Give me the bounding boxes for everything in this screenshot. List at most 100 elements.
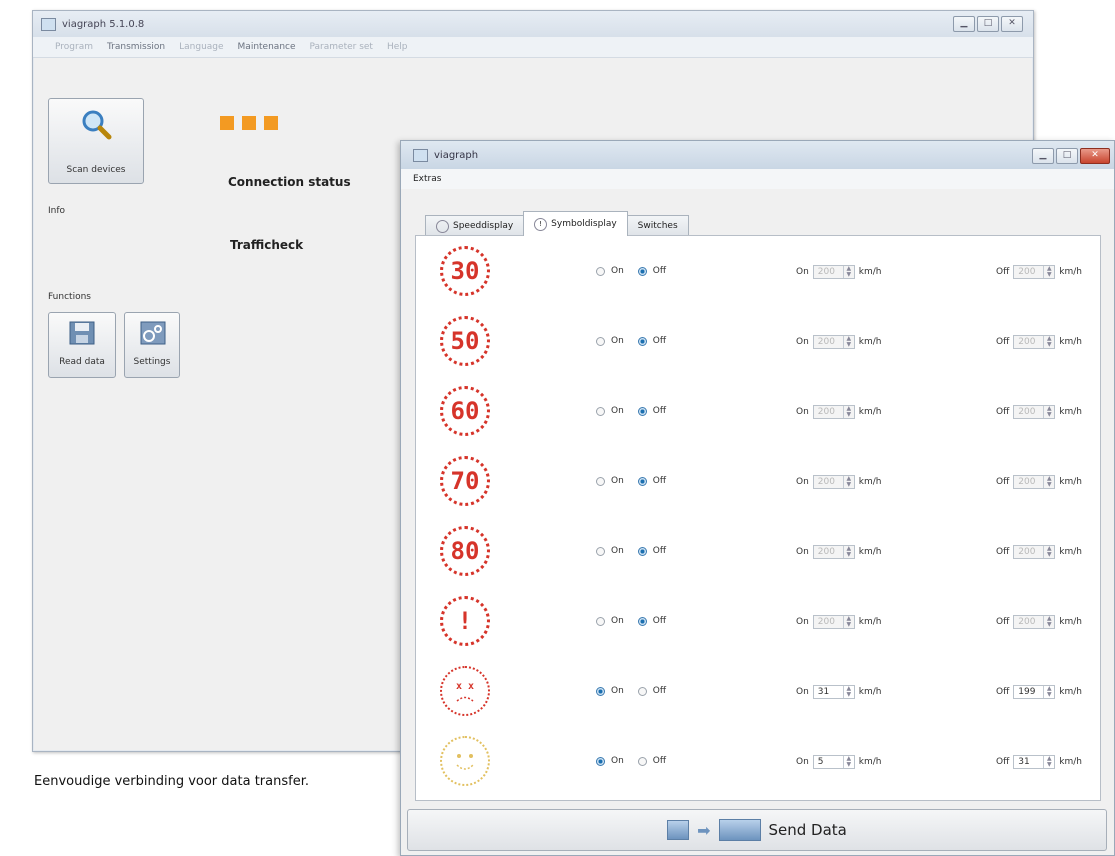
- menu-transmission[interactable]: Transmission: [107, 42, 165, 52]
- off-radio[interactable]: [637, 546, 647, 556]
- settings-label: Settings: [133, 357, 171, 367]
- functions-label: Functions: [48, 292, 91, 302]
- on-speed-spinbox[interactable]: 5 ▲ ▼: [812, 755, 855, 769]
- settings-button[interactable]: Settings: [124, 312, 180, 378]
- close-button[interactable]: ✕: [1001, 16, 1023, 32]
- viagraph-window: viagraph ▁ □ ✕ Extras Speeddisplay ! Sym…: [400, 140, 1115, 856]
- unit-label: km/h: [858, 757, 882, 767]
- maximize-button[interactable]: □: [1056, 148, 1078, 164]
- menu-help[interactable]: Help: [387, 42, 408, 52]
- unit-label: km/h: [1059, 757, 1083, 767]
- off-speed-spinbox: 200 ▲ ▼: [1013, 475, 1056, 489]
- menu-maintenance[interactable]: Maintenance: [238, 42, 296, 52]
- tab-switches[interactable]: Switches: [626, 215, 689, 236]
- off-radio[interactable]: [637, 686, 647, 696]
- off-speed-spinbox[interactable]: 199 ▲ ▼: [1013, 685, 1056, 699]
- menu-extras[interactable]: Extras: [413, 174, 441, 184]
- on-radio-label: On: [611, 336, 624, 346]
- spinner-arrows-icon[interactable]: ▲ ▼: [842, 686, 854, 698]
- off-radio[interactable]: [637, 336, 647, 346]
- spinner-arrows-icon[interactable]: ▲ ▼: [842, 756, 854, 768]
- on-radio-label: On: [611, 756, 624, 766]
- scan-devices-button[interactable]: Scan devices: [48, 98, 144, 184]
- off-radio-label: Off: [652, 616, 667, 626]
- on-radio[interactable]: [596, 546, 605, 556]
- on-radio[interactable]: [596, 336, 605, 346]
- symbol-row: 60 On Off On 200 ▲ ▼ km/h Off 200 ▲ ▼ km/h: [416, 378, 1100, 448]
- spinbox-value: 200: [817, 477, 835, 487]
- on-radio[interactable]: [596, 756, 605, 766]
- tab-label: Switches: [637, 221, 678, 231]
- on-threshold: On 200 ▲ ▼ km/h: [796, 615, 882, 629]
- symbol-row: 50 On Off On 200 ▲ ▼ km/h Off 200 ▲ ▼ km/h: [416, 308, 1100, 378]
- viagraph-titlebar: viagraph ▁ □ ✕: [401, 141, 1114, 169]
- on-speed-spinbox: 200 ▲ ▼: [812, 475, 855, 489]
- unit-label: km/h: [858, 617, 882, 627]
- spinner-arrows-icon: ▲ ▼: [1043, 616, 1054, 628]
- off-threshold-label: Off: [996, 757, 1010, 767]
- on-speed-spinbox: 200 ▲ ▼: [812, 335, 855, 349]
- off-radio[interactable]: [637, 616, 647, 626]
- on-radio[interactable]: [596, 406, 605, 416]
- off-radio[interactable]: [637, 406, 647, 416]
- on-radio[interactable]: [596, 476, 605, 486]
- off-radio-label: Off: [652, 406, 667, 416]
- off-threshold: Off 199 ▲ ▼ km/h: [996, 685, 1082, 699]
- symbol-row: 80 On Off On 200 ▲ ▼ km/h Off 200 ▲ ▼ km/h: [416, 518, 1100, 588]
- caption-text: Eenvoudige verbinding voor data transfer…: [34, 774, 309, 789]
- on-radio-label: On: [611, 546, 624, 556]
- on-radio[interactable]: [596, 266, 605, 276]
- unit-label: km/h: [858, 687, 882, 697]
- menu-program[interactable]: Program: [55, 42, 93, 52]
- read-data-button[interactable]: Read data: [48, 312, 116, 378]
- sad-face-icon: xx: [440, 666, 490, 716]
- off-threshold: Off 200 ▲ ▼ km/h: [996, 475, 1082, 489]
- spinbox-value: 200: [1018, 617, 1036, 627]
- tab-symboldisplay[interactable]: ! Symboldisplay: [523, 211, 628, 236]
- status-led: [220, 116, 234, 130]
- status-led: [264, 116, 278, 130]
- app-icon: [41, 17, 56, 31]
- unit-label: km/h: [1059, 407, 1083, 417]
- on-radio-label: On: [611, 616, 624, 626]
- on-radio[interactable]: [596, 686, 605, 696]
- send-data-button[interactable]: ➡ Send Data: [407, 809, 1107, 851]
- unit-label: km/h: [858, 267, 882, 277]
- on-threshold-label: On: [796, 757, 809, 767]
- unit-label: km/h: [1059, 477, 1083, 487]
- off-radio[interactable]: [637, 266, 647, 276]
- menu-parameter-set[interactable]: Parameter set: [310, 42, 373, 52]
- off-threshold-label: Off: [996, 547, 1010, 557]
- off-threshold-label: Off: [996, 687, 1010, 697]
- off-threshold-label: Off: [996, 267, 1010, 277]
- off-threshold: Off 200 ▲ ▼ km/h: [996, 545, 1082, 559]
- window-controls: ▁ □ ✕: [953, 16, 1023, 32]
- off-speed-spinbox[interactable]: 31 ▲ ▼: [1013, 755, 1056, 769]
- spinner-arrows-icon[interactable]: ▲ ▼: [1043, 686, 1054, 698]
- spinner-arrows-icon[interactable]: ▲ ▼: [1043, 756, 1054, 768]
- spinbox-value: 200: [1018, 407, 1036, 417]
- minimize-button[interactable]: ▁: [1032, 148, 1054, 164]
- close-button[interactable]: ✕: [1080, 148, 1110, 164]
- on-speed-spinbox: 200 ▲ ▼: [812, 615, 855, 629]
- symbol-row: 30 On Off On 200 ▲ ▼ km/h Off 200 ▲ ▼ km/h: [416, 238, 1100, 308]
- on-radio[interactable]: [596, 616, 605, 626]
- off-radio-label: Off: [652, 756, 667, 766]
- spinbox-value: 200: [817, 407, 835, 417]
- off-radio[interactable]: [637, 476, 647, 486]
- on-threshold-label: On: [796, 547, 809, 557]
- exclamation-icon: !: [534, 217, 548, 231]
- symbol-row: On Off On 5 ▲ ▼ km/h Off 31 ▲ ▼ km/h: [416, 728, 1100, 798]
- magnifier-icon: [82, 110, 112, 140]
- minimize-button[interactable]: ▁: [953, 16, 975, 32]
- unit-label: km/h: [1059, 337, 1083, 347]
- maximize-button[interactable]: □: [977, 16, 999, 32]
- symbol-row: x x On Off On 31 ▲ ▼ km/h Off 199 ▲ ▼ km/h: [416, 658, 1100, 728]
- tab-speeddisplay[interactable]: Speeddisplay: [425, 215, 525, 236]
- menu-language[interactable]: Language: [179, 42, 223, 52]
- off-radio[interactable]: [637, 756, 647, 766]
- main-window-title: viagraph 5.1.0.8: [62, 18, 145, 30]
- speed-limit-symbol: 50: [440, 316, 490, 366]
- on-speed-spinbox[interactable]: 31 ▲ ▼: [812, 685, 855, 699]
- off-threshold-label: Off: [996, 477, 1010, 487]
